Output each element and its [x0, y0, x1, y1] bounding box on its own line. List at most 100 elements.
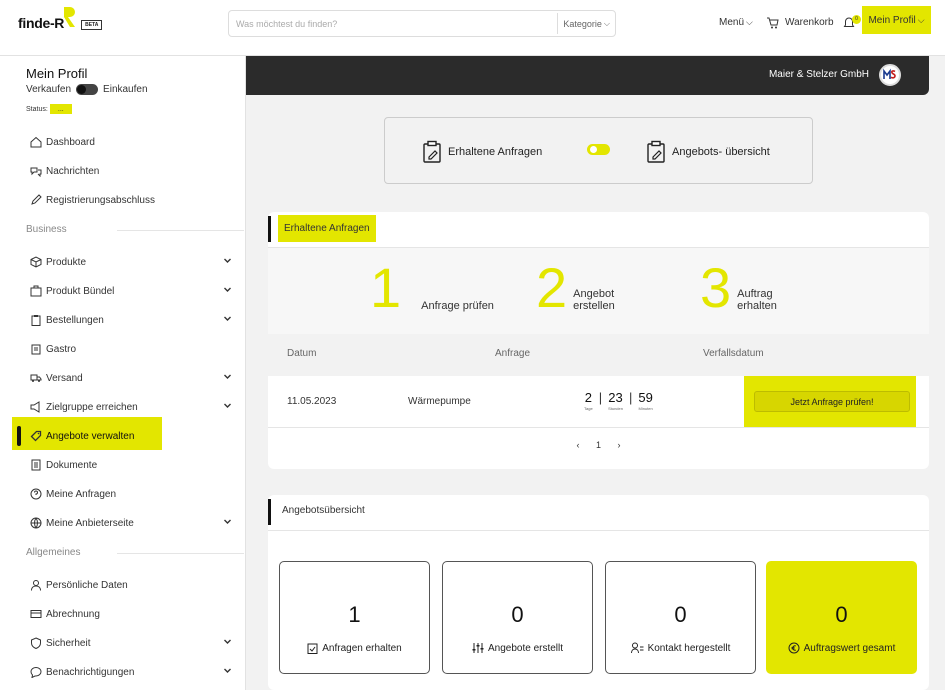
- stat-label: Auftragswert gesamt: [803, 642, 896, 654]
- stat-label: Anfragen erhalten: [322, 642, 402, 654]
- logo[interactable]: finde-R BETA: [18, 7, 103, 36]
- step-1: 1 Anfrage prüfen: [370, 260, 494, 316]
- box-icon: [30, 256, 42, 268]
- company-logo[interactable]: [879, 64, 901, 86]
- notification-count: 0: [852, 15, 861, 24]
- chevron-down-icon[interactable]: [223, 666, 232, 678]
- sidebar-item-label: Gastro: [46, 343, 77, 355]
- chevron-down-icon[interactable]: [223, 372, 232, 384]
- chevron-down-icon[interactable]: [223, 637, 232, 649]
- chevron-down-icon[interactable]: [223, 401, 232, 413]
- step-3: 3 Auftrag erhalten: [700, 260, 777, 316]
- mode-received-requests[interactable]: Erhaltene Anfragen: [422, 140, 542, 164]
- top-bar: finde-R BETA Kategorie ⌵ Menü ⌵ Warenkor…: [0, 0, 945, 56]
- stat-offers-created[interactable]: 0 Angebote erstellt: [442, 561, 593, 674]
- sidebar-item-nachrichten[interactable]: Nachrichten: [30, 162, 240, 180]
- chevron-down-icon: ⌵: [746, 17, 753, 27]
- sidebar-item-registrierungsabschluss[interactable]: Registrierungsabschluss: [30, 191, 240, 209]
- mode-switch-panel: Erhaltene Anfragen Angebots- übersicht: [384, 117, 813, 184]
- tag-icon: [30, 430, 42, 442]
- stat-label-row: Angebote erstellt: [443, 642, 592, 654]
- sidebar-item-versand[interactable]: Versand: [30, 369, 240, 387]
- minutes-unit: Minuten: [638, 406, 653, 411]
- sidebar-item-dashboard[interactable]: Dashboard: [30, 133, 240, 151]
- card-header: Erhaltene Anfragen: [268, 212, 929, 248]
- pen-icon: [30, 194, 42, 206]
- chevron-down-icon[interactable]: [223, 256, 232, 268]
- pager-page[interactable]: 1: [596, 440, 601, 450]
- document-icon: [30, 459, 42, 471]
- megaphone-icon: [30, 401, 42, 413]
- sidebar-item-produkt-bündel[interactable]: Produkt Bündel: [30, 282, 240, 300]
- sidebar-item-label: Benachrichtigungen: [46, 666, 135, 678]
- sidebar-item-meine-anfragen[interactable]: Meine Anfragen: [30, 485, 240, 503]
- truck-icon: [30, 372, 42, 384]
- notifications-button[interactable]: 0: [843, 0, 861, 45]
- cart-button[interactable]: Warenkorb: [766, 0, 834, 45]
- profile-button[interactable]: Mein Profil ⌵: [862, 6, 931, 34]
- stat-requests-received[interactable]: 1 Anfragen erhalten: [279, 561, 430, 674]
- mode-right-label: Angebots- übersicht: [672, 146, 770, 158]
- menu-button[interactable]: Menü ⌵: [719, 0, 753, 45]
- step-label-line1: Auftrag: [737, 288, 773, 300]
- shield-icon: [30, 637, 42, 649]
- offer-overview-card: Angebotsübersicht 1 Anfragen erhalten 0 …: [268, 495, 929, 690]
- stat-value: 1: [348, 602, 361, 627]
- days-unit: Tage: [584, 406, 593, 411]
- sidebar-item-angebote-verwalten[interactable]: Angebote verwalten: [30, 427, 240, 445]
- sidebar-item-label: Produkt Bündel: [46, 285, 115, 297]
- stat-label: Angebote erstellt: [487, 642, 564, 654]
- sidebar-item-meine-anbieterseite[interactable]: Meine Anbieterseite: [30, 514, 240, 532]
- sidebar-item-sicherheit[interactable]: Sicherheit: [30, 634, 240, 652]
- clipboard-check-icon: [307, 643, 318, 654]
- card-title: Erhaltene Anfragen: [278, 215, 376, 242]
- search-input[interactable]: [229, 18, 558, 29]
- header-accent-bar: [268, 216, 271, 242]
- chevron-down-icon[interactable]: [223, 285, 232, 297]
- expiry-countdown: 2 Tage | 23 Stunden | 59 Minuten: [584, 390, 653, 411]
- step-label: Auftrag erhalten: [737, 288, 777, 312]
- sidebar-item-dokumente[interactable]: Dokumente: [30, 456, 240, 474]
- chevron-down-icon[interactable]: [223, 314, 232, 326]
- sidebar-item-label: Produkte: [46, 256, 87, 268]
- sidebar-item-label: Meine Anbieterseite: [46, 517, 134, 529]
- mode-offer-overview[interactable]: Angebots- übersicht: [646, 140, 770, 164]
- status-label: Status:: [26, 105, 48, 113]
- logo-text: finde-R: [18, 15, 65, 31]
- stat-total-order-value[interactable]: 0 Auftragswert gesamt: [766, 561, 917, 674]
- column-header-date: Datum: [287, 348, 317, 359]
- sidebar-item-bestellungen[interactable]: Bestellungen: [30, 311, 240, 329]
- chevron-down-icon[interactable]: [223, 517, 232, 529]
- sidebar-item-benachrichtigungen[interactable]: Benachrichtigungen: [30, 663, 240, 681]
- sell-buy-switch[interactable]: [76, 84, 99, 95]
- category-dropdown[interactable]: Kategorie ⌵: [557, 13, 615, 34]
- cart-label: Warenkorb: [785, 17, 834, 28]
- check-request-button[interactable]: Jetzt Anfrage prüfen!: [754, 391, 910, 412]
- mode-toggle-switch[interactable]: [587, 144, 610, 155]
- countdown-days: 2 Tage: [584, 390, 593, 411]
- stat-value: 0: [835, 602, 848, 627]
- sidebar-item-label: Dokumente: [46, 459, 98, 471]
- hours-value: 23: [608, 390, 623, 405]
- sliders-icon: [472, 643, 484, 653]
- step-number: 2: [536, 256, 568, 319]
- pager-prev-icon[interactable]: ‹: [576, 440, 579, 450]
- sidebar-item-gastro[interactable]: Gastro: [30, 340, 240, 358]
- chevron-down-icon: ⌵: [917, 14, 925, 25]
- column-header-expiry: Verfallsdatum: [703, 348, 764, 359]
- sidebar-item-persönliche-daten[interactable]: Persönliche Daten: [30, 576, 240, 594]
- logo-r-icon: [64, 7, 76, 27]
- sidebar-item-produkte[interactable]: Produkte: [30, 253, 240, 271]
- pager-next-icon[interactable]: ›: [618, 440, 621, 450]
- sidebar-item-zielgruppe-erreichen[interactable]: Zielgruppe erreichen: [30, 398, 240, 416]
- stat-value: 0: [674, 602, 687, 627]
- sidebar-item-abrechnung[interactable]: Abrechnung: [30, 605, 240, 623]
- user-list-icon: [630, 642, 644, 654]
- stat-label-row: Anfragen erhalten: [280, 642, 429, 654]
- pagination: ‹ 1 ›: [268, 440, 929, 450]
- status-row: Status: ...: [26, 104, 72, 114]
- sidebar-item-label: Sicherheit: [46, 637, 91, 649]
- chat-icon: [30, 666, 42, 678]
- stat-contact-made[interactable]: 0 Kontakt hergestellt: [605, 561, 756, 674]
- table-row: 11.05.2023 Wärmepumpe 2 Tage | 23 Stunden …: [268, 376, 929, 428]
